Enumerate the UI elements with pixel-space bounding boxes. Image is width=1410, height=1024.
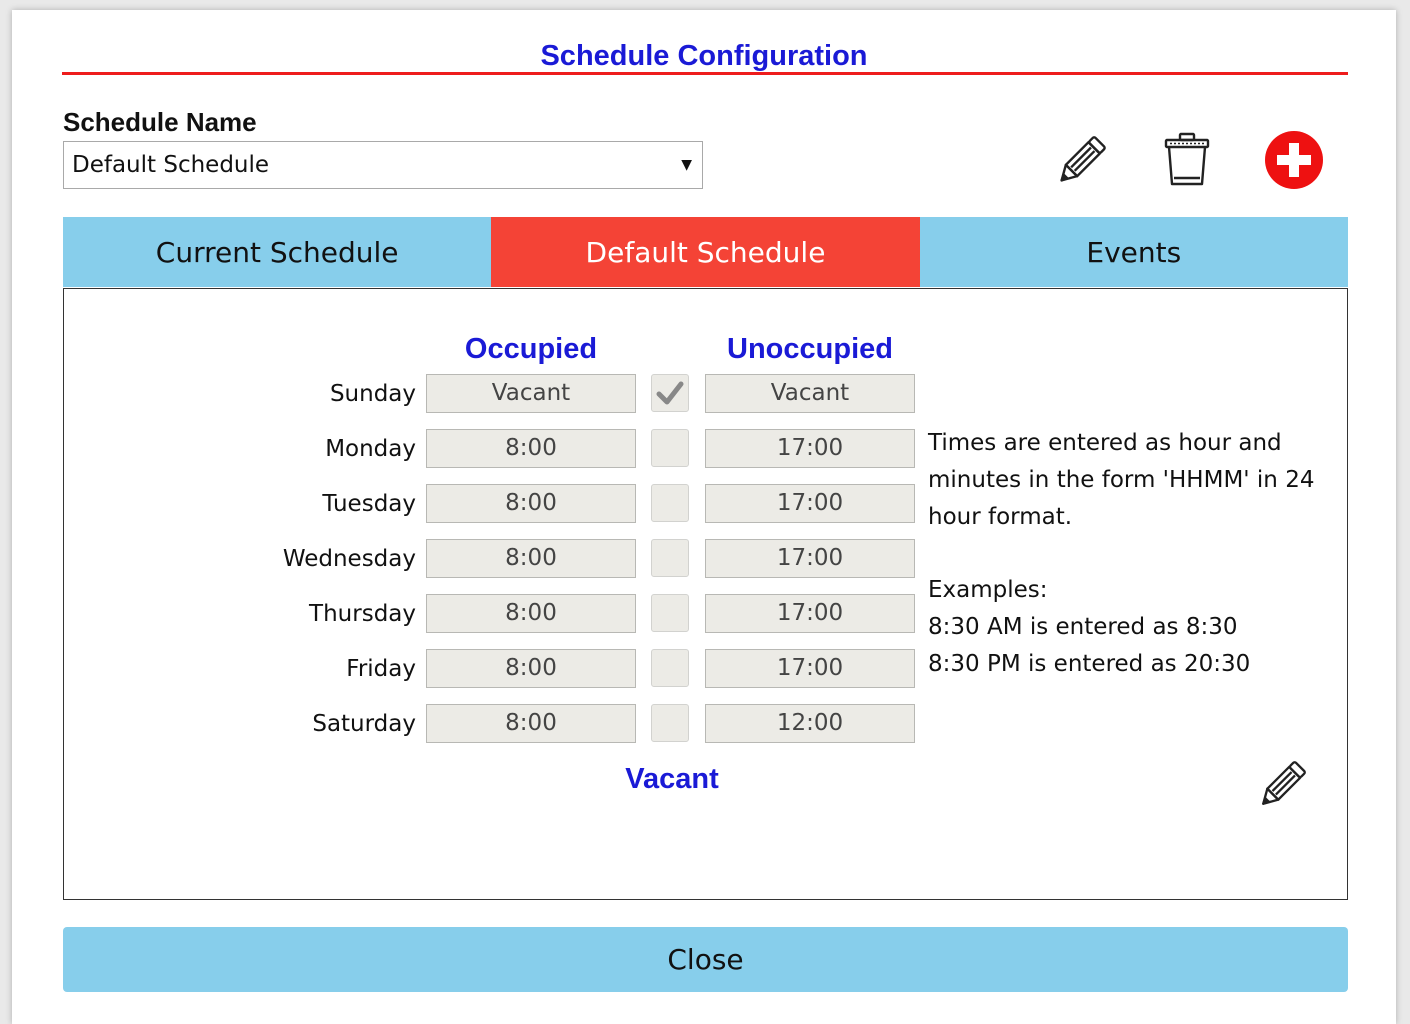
title-divider bbox=[62, 72, 1348, 75]
day-label: Saturday bbox=[312, 711, 416, 737]
vacant-checkbox[interactable] bbox=[651, 374, 689, 412]
occupied-header: Occupied bbox=[464, 333, 598, 365]
schedule-tabs: Current Schedule Default Schedule Events bbox=[63, 217, 1348, 287]
pencil-icon bbox=[1262, 761, 1306, 805]
occupied-time-input[interactable]: 8:00 bbox=[426, 429, 636, 468]
occupied-time-input[interactable]: 8:00 bbox=[426, 704, 636, 743]
day-label: Thursday bbox=[309, 601, 416, 627]
day-label: Wednesday bbox=[282, 546, 416, 572]
schedule-name-value: Default Schedule bbox=[72, 152, 270, 178]
edit-times-button[interactable] bbox=[1254, 759, 1308, 813]
help-intro: Times are entered as hour and minutes in… bbox=[928, 430, 1315, 530]
vacant-checkbox[interactable] bbox=[651, 649, 689, 687]
schedule-panel: Occupied Unoccupied Sunday Vacant Vacant… bbox=[63, 288, 1348, 900]
tab-events[interactable]: Events bbox=[919, 217, 1348, 287]
tab-default-schedule[interactable]: Default Schedule bbox=[491, 217, 920, 287]
day-label: Monday bbox=[325, 436, 416, 462]
vacant-checkbox[interactable] bbox=[651, 704, 689, 742]
help-examples-title: Examples: bbox=[928, 577, 1048, 603]
occupied-time-input[interactable]: 8:00 bbox=[426, 594, 636, 633]
occupied-time-input[interactable]: Vacant bbox=[426, 374, 636, 413]
vacant-checkbox[interactable] bbox=[651, 429, 689, 467]
vacant-checkbox[interactable] bbox=[651, 594, 689, 632]
occupied-time-input[interactable]: 8:00 bbox=[426, 539, 636, 578]
occupied-time-input[interactable]: 8:00 bbox=[426, 484, 636, 523]
day-label: Sunday bbox=[329, 381, 416, 407]
unoccupied-time-input[interactable]: Vacant bbox=[705, 374, 915, 413]
schedule-config-dialog: Schedule Configuration Schedule Name Def… bbox=[12, 10, 1396, 1024]
close-button[interactable]: Close bbox=[63, 927, 1348, 992]
delete-schedule-button[interactable] bbox=[1162, 132, 1212, 188]
trash-icon bbox=[1164, 132, 1210, 186]
unoccupied-time-input[interactable]: 17:00 bbox=[705, 484, 915, 523]
unoccupied-header: Unoccupied bbox=[727, 333, 893, 365]
unoccupied-time-input[interactable]: 17:00 bbox=[705, 539, 915, 578]
tab-current-schedule[interactable]: Current Schedule bbox=[63, 217, 492, 287]
day-label: Friday bbox=[346, 656, 416, 682]
edit-schedule-button[interactable] bbox=[1052, 134, 1108, 190]
plus-circle-icon bbox=[1265, 131, 1323, 189]
pencil-icon bbox=[1060, 136, 1106, 182]
day-label: Tuesday bbox=[322, 491, 416, 517]
unoccupied-time-input[interactable]: 17:00 bbox=[705, 429, 915, 468]
help-text: Times are entered as hour and minutes in… bbox=[928, 425, 1328, 683]
help-example-pm: 8:30 PM is entered as 20:30 bbox=[928, 651, 1251, 677]
dialog-title: Schedule Configuration bbox=[540, 40, 868, 72]
help-example-am: 8:30 AM is entered as 8:30 bbox=[928, 614, 1238, 640]
occupied-time-input[interactable]: 8:00 bbox=[426, 649, 636, 688]
vacant-checkbox[interactable] bbox=[651, 539, 689, 577]
unoccupied-time-input[interactable]: 17:00 bbox=[705, 594, 915, 633]
unoccupied-time-input[interactable]: 12:00 bbox=[705, 704, 915, 743]
schedule-name-select[interactable]: Default Schedule ▼ bbox=[63, 141, 703, 189]
vacant-column-label: Vacant bbox=[625, 763, 719, 795]
add-schedule-button[interactable] bbox=[1265, 131, 1323, 189]
vacant-checkbox[interactable] bbox=[651, 484, 689, 522]
unoccupied-time-input[interactable]: 17:00 bbox=[705, 649, 915, 688]
schedule-name-label: Schedule Name bbox=[63, 107, 257, 137]
dropdown-arrow-icon: ▼ bbox=[681, 157, 692, 173]
checkmark-icon bbox=[656, 381, 684, 405]
